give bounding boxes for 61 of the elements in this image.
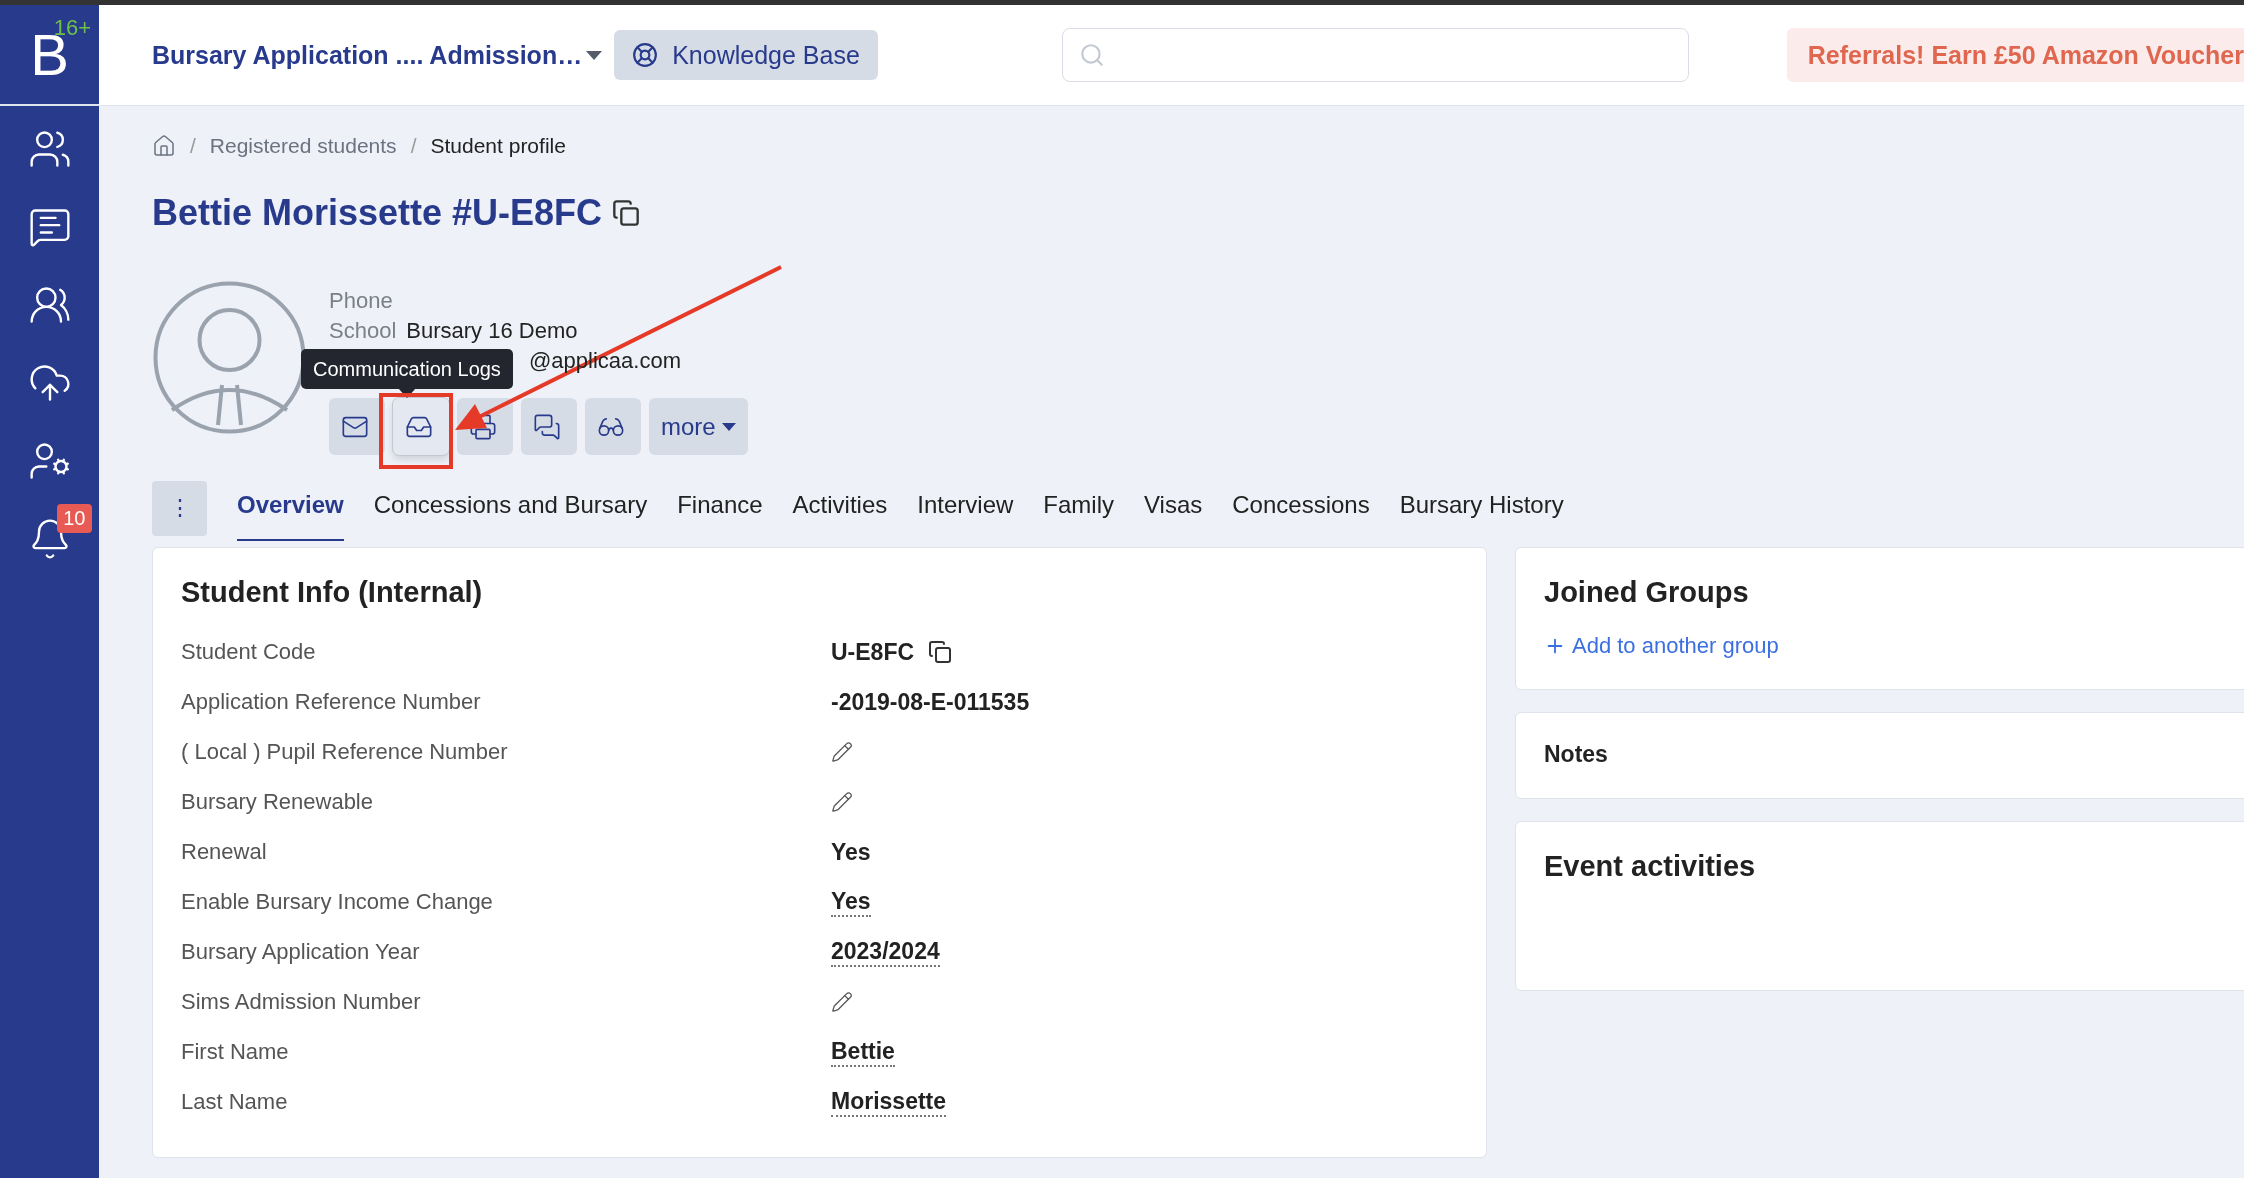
- breadcrumb-separator: /: [190, 134, 196, 158]
- kebab-menu-button[interactable]: ⋮: [152, 480, 207, 536]
- tab[interactable]: Family: [1043, 475, 1114, 541]
- field-label: Bursary Renewable: [181, 788, 374, 816]
- field-label: Bursary Application Year: [181, 938, 421, 966]
- add-group-link[interactable]: Add to another group: [1544, 633, 2244, 659]
- field-label: ( Local ) Pupil Reference Number: [181, 738, 509, 766]
- action-button[interactable]: [585, 398, 641, 455]
- info-label: Phone: [329, 287, 393, 315]
- field-value[interactable]: 2023/2024: [831, 937, 940, 967]
- knowledge-base-button[interactable]: Knowledge Base: [614, 30, 878, 80]
- student-name: Bettie Morissette: [152, 192, 443, 234]
- field-value[interactable]: Yes: [831, 887, 871, 917]
- tab[interactable]: Interview: [917, 475, 1014, 541]
- tab[interactable]: Overview: [237, 475, 344, 541]
- field-label: Application Reference Number: [181, 688, 482, 716]
- tab[interactable]: Concessions: [1232, 475, 1370, 541]
- card-title: Event activities: [1544, 850, 1757, 883]
- field-label: Sims Admission Number: [181, 988, 422, 1016]
- field-label: Enable Bursary Income Change: [181, 888, 494, 916]
- search-icon: [1078, 42, 1105, 68]
- info-value: Bursary 16 Demo: [406, 317, 578, 345]
- caret-icon: [586, 50, 603, 60]
- edit-icon[interactable]: [831, 741, 853, 763]
- card-title: Joined Groups: [1544, 576, 1750, 609]
- card-title: Student Info (Internal): [181, 576, 484, 609]
- tab[interactable]: Visas: [1144, 475, 1203, 541]
- field-label: Student Code: [181, 638, 317, 666]
- copy-icon[interactable]: [928, 640, 953, 664]
- breadcrumb-separator: /: [410, 134, 417, 158]
- breadcrumb-link[interactable]: Student profile: [430, 134, 566, 158]
- field-value[interactable]: Morissette: [831, 1087, 947, 1117]
- breadcrumb-link[interactable]: Registered students: [209, 134, 397, 158]
- field-value[interactable]: Bettie: [831, 1037, 895, 1067]
- tab[interactable]: Finance: [677, 475, 763, 541]
- caret-icon: [721, 422, 736, 431]
- more-button[interactable]: more: [649, 398, 748, 455]
- action-button[interactable]: [329, 398, 385, 455]
- action-button[interactable]: [521, 398, 577, 455]
- search-field[interactable]: [1061, 28, 1689, 82]
- field-label: First Name: [181, 1038, 290, 1066]
- field-label: Last Name: [181, 1088, 289, 1116]
- field-value: U-E8FC: [831, 638, 915, 666]
- card-title: Notes: [1544, 741, 1609, 768]
- field-value: Yes: [831, 838, 871, 866]
- student-code: #U-E8FC: [452, 192, 603, 234]
- field-label: Renewal: [181, 838, 268, 866]
- notification-badge: 10: [57, 504, 92, 533]
- lifebuoy-icon: [632, 42, 659, 68]
- tab[interactable]: Concessions and Bursary: [373, 475, 648, 541]
- info-label: School: [329, 317, 397, 345]
- action-button[interactable]: [393, 398, 449, 455]
- chat-icon: [533, 412, 561, 441]
- tab[interactable]: Activities: [792, 475, 888, 541]
- edit-icon[interactable]: [831, 991, 853, 1013]
- tab[interactable]: Bursary History: [1399, 475, 1564, 541]
- home-icon[interactable]: [152, 134, 176, 158]
- copy-icon[interactable]: [612, 199, 641, 227]
- app-switcher[interactable]: Bursary Application .... Admission…: [152, 40, 603, 70]
- field-value: -2019-08-E-011535: [831, 688, 1030, 716]
- edit-icon[interactable]: [831, 791, 853, 813]
